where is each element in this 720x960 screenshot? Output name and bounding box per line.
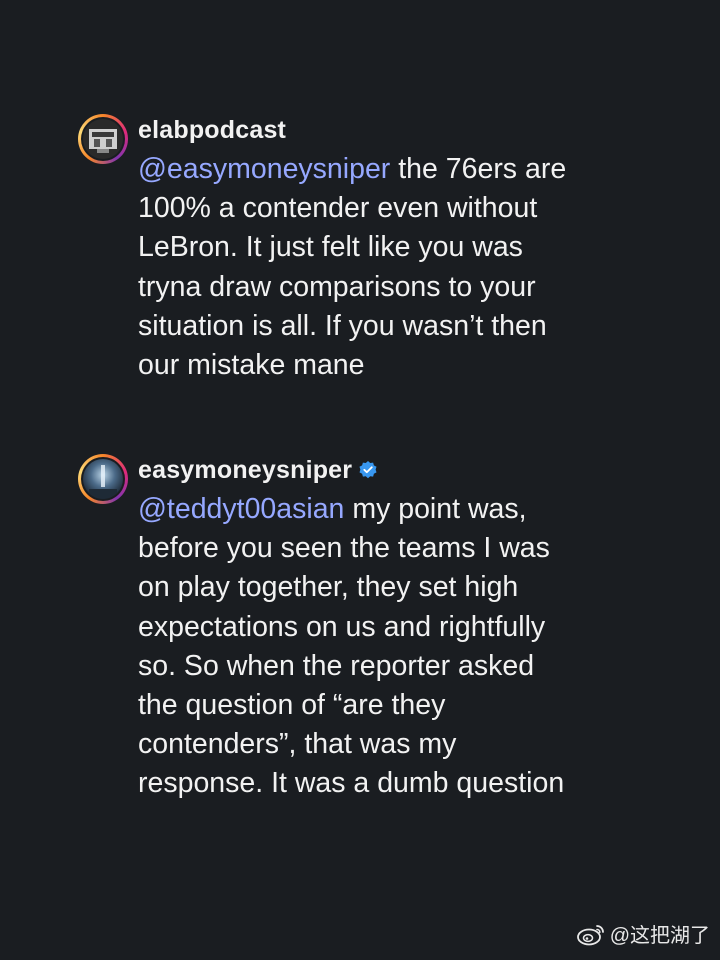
comment-body: @teddyt00asian my point was, before you … <box>138 490 678 804</box>
comment-username[interactable]: elabpodcast <box>138 116 286 145</box>
mention-link[interactable]: @teddyt00asian <box>138 493 344 525</box>
comment-body: @easymoneysniper the 76ers are 100% a co… <box>138 150 678 385</box>
watermark-text: @这把湖了 <box>609 925 710 947</box>
avatar-image <box>83 459 123 499</box>
comment-text: my point was, before you seen the teams … <box>138 493 565 800</box>
comment-text: the 76ers are 100% a contender even with… <box>138 153 567 382</box>
weibo-watermark: @这把湖了 <box>576 919 710 948</box>
avatar-image <box>83 119 123 159</box>
weibo-icon <box>576 922 606 946</box>
comment-username[interactable]: easymoneysniper <box>138 456 352 485</box>
mention-link[interactable]: @easymoneysniper <box>138 153 390 185</box>
avatar-elabpodcast[interactable] <box>78 114 128 164</box>
verified-badge-icon <box>358 460 378 480</box>
avatar-easymoneysniper[interactable] <box>78 454 128 504</box>
